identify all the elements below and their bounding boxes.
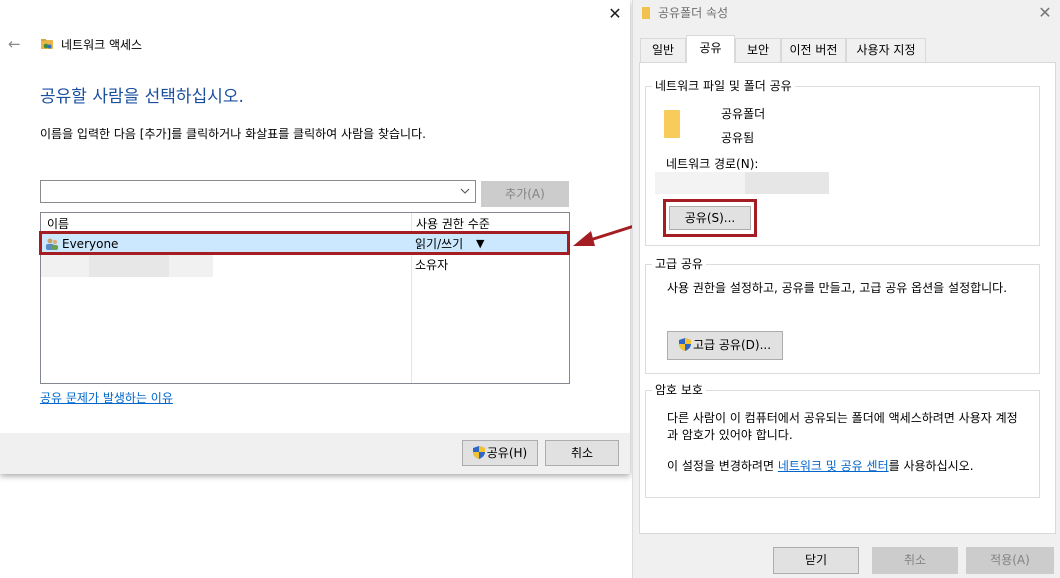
highlight-box [663,199,757,237]
highlight-box [39,231,570,255]
column-header-name[interactable]: 이름 [47,216,69,232]
group-title: 고급 공유 [652,256,706,272]
page-heading: 공유할 사람을 선택하십시오. [40,87,244,107]
redacted-user-block [41,255,89,277]
apply-button[interactable]: 적용(A) [966,547,1054,574]
group-title: 네트워크 파일 및 폴더 공유 [652,78,795,94]
folder-properties-dialog: 공유폴더 속성 ✕ 일반 공유 보안 이전 버전 사용자 지정 네트워크 파일 … [632,0,1060,578]
network-access-dialog: ✕ ← 네트워크 액세스 공유할 사람을 선택하십시오. 이름을 입력한 다음 … [0,0,630,474]
column-header-permission[interactable]: 사용 권한 수준 [416,216,490,232]
change-setting-prefix: 이 설정을 변경하려면 [667,459,778,473]
network-sharing-center-link[interactable]: 네트워크 및 공유 센터 [778,459,889,473]
tab-previous-versions[interactable]: 이전 버전 [781,38,846,62]
redacted-user-block [89,255,169,277]
folder-name: 공유폴더 [721,107,766,121]
dialog-title: 네트워크 액세스 [61,38,143,52]
advanced-share-button[interactable]: 고급 공유(D)... [667,331,783,360]
password-protection-group: 암호 보호 [645,382,1040,498]
chevron-down-icon[interactable] [460,183,470,200]
folder-icon [642,7,650,19]
tab-sharing[interactable]: 공유 [686,35,735,63]
name-combobox[interactable] [40,180,476,203]
password-protection-description: 다른 사람이 이 컴퓨터에서 공유되는 폴더에 액세스하려면 사용자 계정과 암… [667,411,1018,442]
group-title: 암호 보호 [652,382,706,398]
dialog-footer: 공유(H) 취소 [0,433,630,474]
cancel-button[interactable]: 취소 [545,440,619,466]
network-path-label: 네트워크 경로(N): [666,157,759,171]
tab-security[interactable]: 보안 [735,38,781,62]
advanced-share-button-label: 고급 공유(D)... [692,338,772,352]
uac-shield-icon [678,338,691,351]
back-arrow-icon[interactable]: ← [8,34,21,54]
instruction-text: 이름을 입력한 다음 [추가]를 클릭하거나 화살표를 클릭하여 사람을 찾습니… [40,127,426,141]
redacted-network-path [745,172,829,194]
close-icon[interactable]: ✕ [1033,3,1057,23]
change-setting-text: 이 설정을 변경하려면 네트워크 및 공유 센터를 사용하십시오. [667,458,1037,474]
permission-level[interactable]: 소유자 [415,257,448,273]
add-button[interactable]: 추가(A) [481,181,569,207]
dialog-title: 공유폴더 속성 [658,6,729,20]
close-icon[interactable]: ✕ [603,2,627,26]
network-sharing-icon [41,39,53,49]
cancel-button[interactable]: 취소 [872,547,958,574]
redacted-network-path [655,172,745,194]
share-button-label: 공유(H) [486,446,528,460]
share-status: 공유됨 [721,131,755,145]
share-button[interactable]: 공유(H) [462,440,538,466]
help-link[interactable]: 공유 문제가 발생하는 이유 [40,390,173,406]
advanced-share-description: 사용 권한을 설정하고, 공유를 만들고, 고급 공유 옵션을 설정합니다. [667,281,1008,295]
tab-general[interactable]: 일반 [640,38,686,62]
change-setting-suffix: 를 사용하십시오. [888,459,974,473]
tab-customize[interactable]: 사용자 지정 [846,38,926,62]
folder-icon [664,110,680,138]
uac-shield-icon [472,446,485,459]
close-button[interactable]: 닫기 [773,547,859,574]
redacted-user-block [169,255,213,277]
